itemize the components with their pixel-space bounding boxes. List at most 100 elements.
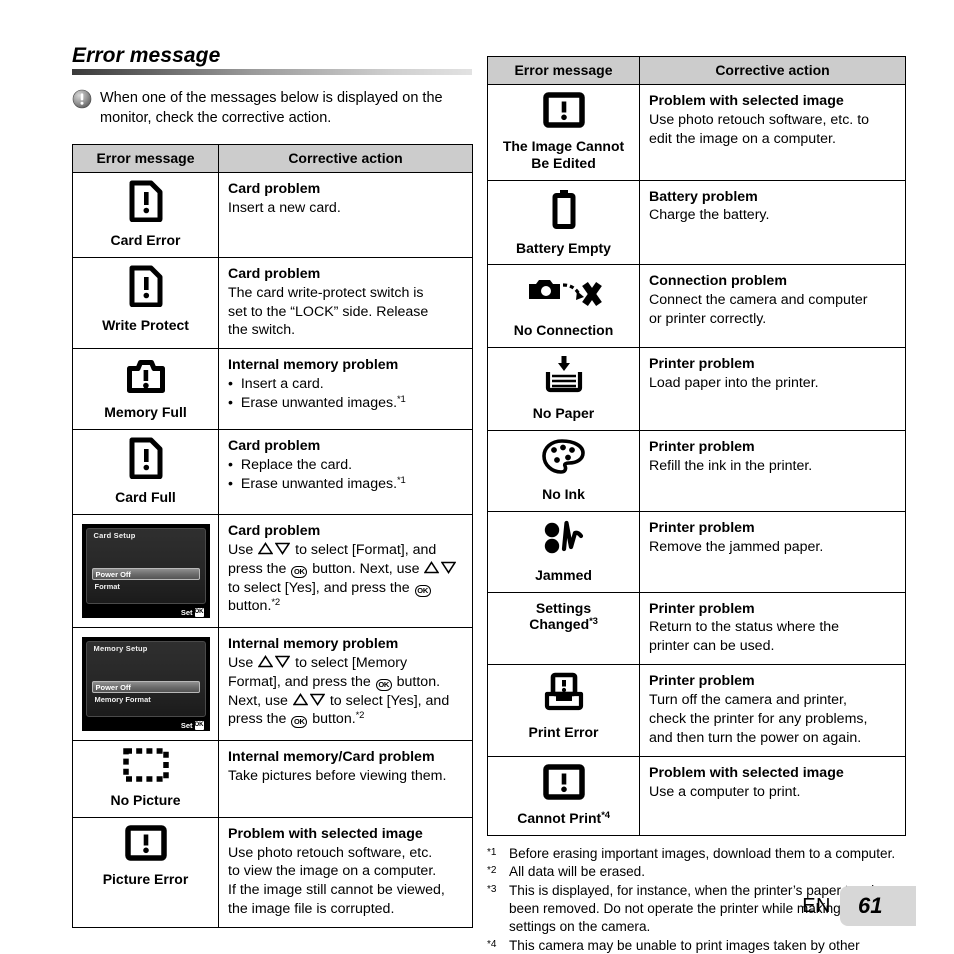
action-title: Card problem xyxy=(228,522,321,539)
action-line: Load paper into the printer. xyxy=(649,375,819,392)
action-cell: Card problem Use to select [Format], and… xyxy=(218,513,473,628)
note-text: When one of the messages below is displa… xyxy=(100,90,443,126)
message-label: Card Full xyxy=(115,489,176,506)
col-header-corrective-action: Corrective action xyxy=(639,56,906,85)
action-rich-text: Use to select [Memory Format], and press… xyxy=(228,654,449,729)
action-line: check the printer for any problems, xyxy=(649,710,868,727)
action-cell: Printer problem Remove the jammed paper. xyxy=(639,510,906,593)
action-line: If the image still cannot be viewed, xyxy=(228,882,445,899)
rich-part: button. Next, use xyxy=(312,560,420,577)
action-line: edit the image on a computer. xyxy=(649,130,836,147)
rich-part: Next, use xyxy=(228,692,288,709)
footnote-mark: *1 xyxy=(487,846,497,858)
message-label: No Paper xyxy=(532,405,595,422)
action-line: Refill the ink in the printer. xyxy=(649,457,813,474)
rich-part: Use xyxy=(228,541,254,558)
message-label: No Connection xyxy=(513,322,614,339)
message-label: No Ink xyxy=(542,485,585,502)
message-label: Picture Error xyxy=(102,870,189,887)
table-row: Memory Setup Power Off Memory Format Set… xyxy=(72,626,473,741)
exclamation-circle-icon xyxy=(72,89,92,109)
lcd-option-item[interactable]: Format xyxy=(95,583,120,591)
action-bullet: • Erase unwanted images.*1 xyxy=(228,394,406,412)
error-table-right: Error message Corrective action The Imag… xyxy=(487,56,906,836)
left-column: Error message When one of the messages b… xyxy=(72,44,473,929)
action-cell: Internal memory/Card problem Take pictur… xyxy=(218,739,473,818)
action-cell: Printer problem Return to the status whe… xyxy=(639,591,906,666)
action-bullet: • Replace the card. xyxy=(228,456,353,473)
arrow-down-triangle-icon xyxy=(441,561,457,574)
message-cell: Card Setup Power Off Format Set OK xyxy=(72,513,219,628)
action-line: Insert a new card. xyxy=(228,199,341,216)
lcd-card-setup-screen: Card Setup Power Off Format Set OK xyxy=(81,523,210,618)
lcd-set-hint: Set OK xyxy=(181,720,204,730)
message-label: Battery Empty xyxy=(516,239,611,256)
table-row: Cannot Print*4 Problem with selected ima… xyxy=(487,755,906,836)
lcd-option-item[interactable]: Memory Format xyxy=(95,696,151,704)
ok-button-icon: OK xyxy=(375,678,392,691)
lcd-set-hint: Set OK xyxy=(181,607,204,617)
footnote-mark: *1 xyxy=(397,394,406,406)
lcd-selected-item[interactable]: Power Off xyxy=(91,567,200,580)
rich-part: to select [Memory xyxy=(295,654,408,671)
message-cell: Memory Setup Power Off Memory Format Set… xyxy=(72,626,219,741)
action-title: Printer problem xyxy=(649,600,755,617)
action-line: or printer correctly. xyxy=(649,311,767,328)
footnote-mark: *4 xyxy=(601,809,610,821)
action-bullet: • Erase unwanted images.*1 xyxy=(228,474,406,492)
action-line: printer can be used. xyxy=(649,638,775,655)
write-protect-icon xyxy=(129,265,163,308)
arrow-up-triangle-icon xyxy=(424,560,440,574)
message-label: Write Protect xyxy=(102,316,189,333)
lcd-selected-item[interactable]: Power Off xyxy=(91,680,200,693)
table-header-row: Error message Corrective action xyxy=(487,56,906,85)
manual-page: Error message When one of the messages b… xyxy=(0,0,954,954)
battery-empty-icon xyxy=(551,188,577,230)
page-number: 61 xyxy=(840,886,916,926)
action-title: Card problem xyxy=(228,438,321,455)
action-title: Battery problem xyxy=(649,188,758,205)
table-row: No Picture Internal memory/Card problem … xyxy=(72,739,473,818)
rich-part: button. xyxy=(396,673,441,690)
action-bullet: • Insert a card. xyxy=(228,376,324,393)
lcd-title: Memory Setup xyxy=(93,643,148,653)
table-row: The Image Cannot Be Edited Problem with … xyxy=(487,84,906,181)
arrow-up-triangle-icon xyxy=(292,692,309,706)
action-line: Turn off the camera and printer, xyxy=(649,692,847,709)
message-cell: Card Full xyxy=(72,429,219,515)
note-block: When one of the messages below is displa… xyxy=(72,88,472,128)
rich-part: Format], and press the xyxy=(228,673,371,690)
message-cell: Cannot Print*4 xyxy=(487,755,640,836)
card-full-icon xyxy=(129,437,163,480)
action-line: Remove the jammed paper. xyxy=(649,538,824,555)
arrow-down-triangle-icon xyxy=(274,542,291,555)
lcd-title: Card Setup xyxy=(93,530,136,540)
action-cell: Card problem Insert a new card. xyxy=(218,172,473,258)
arrow-up-triangle-icon xyxy=(257,541,274,555)
message-label: Memory Full xyxy=(104,404,187,421)
action-line: the image file is corrupted. xyxy=(228,901,395,918)
action-line: the switch. xyxy=(228,322,296,339)
action-title: Printer problem xyxy=(649,673,755,690)
message-cell: No Paper xyxy=(487,347,640,431)
footnote-text: All data will be erased. xyxy=(509,864,646,880)
action-cell: Battery problem Charge the battery. xyxy=(639,179,906,266)
action-cell: Card problem • Replace the card. • Erase… xyxy=(218,429,473,515)
action-title: Problem with selected image xyxy=(228,825,423,842)
message-cell: Battery Empty xyxy=(487,179,640,266)
ok-button-icon: OK xyxy=(194,607,204,617)
ok-button-icon: OK xyxy=(414,584,431,597)
message-cell: The Image Cannot Be Edited xyxy=(487,84,640,181)
lcd-inner-panel: Memory Setup Power Off Memory Format xyxy=(85,640,206,717)
footnote-text: This camera may be unable to print image… xyxy=(509,938,860,954)
bullet-text: Erase unwanted images. xyxy=(240,395,398,412)
col-header-error-message: Error message xyxy=(72,144,219,173)
message-cell: Picture Error xyxy=(72,816,219,929)
message-label: Jammed xyxy=(535,566,592,583)
page-title: Error message xyxy=(72,44,221,67)
message-label: No Picture xyxy=(110,791,181,808)
message-cell: No Picture xyxy=(72,739,219,818)
footer-language-code: EN xyxy=(802,894,831,917)
table-row: No Ink Printer problem Refill the ink in… xyxy=(487,429,906,512)
footnote-mark: *4 xyxy=(487,939,497,951)
